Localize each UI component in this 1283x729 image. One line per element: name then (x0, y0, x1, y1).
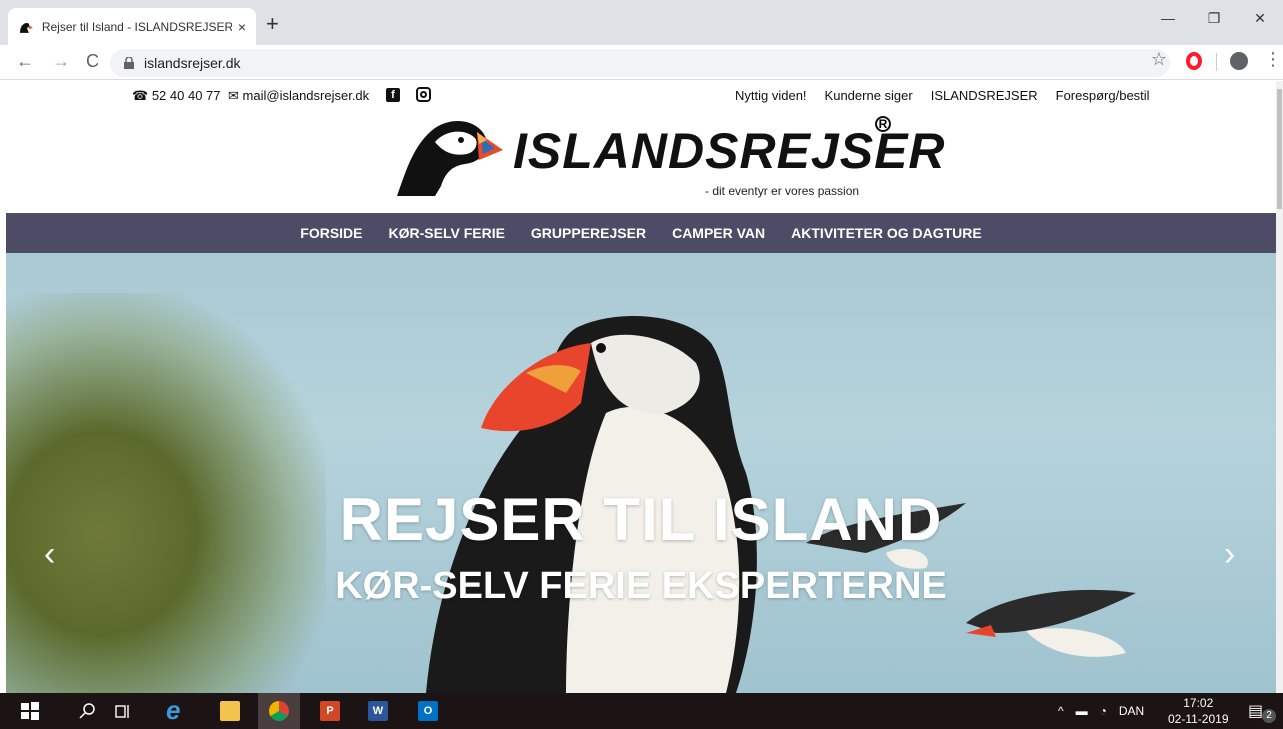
phone-link[interactable]: ☎ 52 40 40 77 (132, 88, 221, 104)
registered-mark: R (875, 116, 891, 132)
browser-menu-icon[interactable]: ⋮ (1264, 49, 1282, 70)
task-view-icon[interactable] (113, 701, 133, 721)
address-bar[interactable]: islandsrejser.dk (110, 49, 1170, 77)
new-tab-button[interactable]: + (266, 13, 279, 35)
puffin-photo (426, 316, 1136, 693)
battery-icon[interactable]: ▬ (1076, 704, 1088, 718)
puffin-favicon-icon (19, 22, 33, 33)
nav-aktiviteter-og-dagture[interactable]: AKTIVITETER OG DAGTURE (791, 225, 982, 241)
hero-slider: REJSER TIL ISLAND KØR-SELV FERIE EKSPERT… (6, 253, 1276, 693)
lock-icon (124, 57, 134, 69)
slider-prev-icon[interactable]: ‹ (44, 535, 55, 574)
browser-tab[interactable]: Rejser til Island - ISLANDSREJSER × (8, 8, 256, 45)
email-link[interactable]: ✉ mail@islandsrejser.dk (228, 88, 369, 104)
url-text: islandsrejser.dk (144, 55, 241, 71)
web-page: ☎ 52 40 40 77 ✉ mail@islandsrejser.dk f … (0, 81, 1283, 693)
tray-expand-icon[interactable]: ^ (1058, 704, 1064, 718)
tab-close-icon[interactable]: × (238, 19, 246, 35)
phone-icon: ☎ (132, 88, 149, 103)
phone-number: 52 40 40 77 (151, 88, 221, 103)
page-scrollbar[interactable] (1276, 81, 1283, 693)
wifi-icon[interactable]: ◔ (1100, 704, 1107, 718)
outlook-icon[interactable]: O (418, 701, 438, 721)
file-explorer-icon[interactable] (220, 701, 240, 721)
slogan: - dit eventyr er vores passion (705, 184, 860, 198)
link-islandsrejser[interactable]: ISLANDSREJSER (931, 88, 1038, 103)
back-icon[interactable]: ← (16, 51, 34, 72)
notification-count-badge: 2 (1262, 709, 1276, 723)
windows-start-icon[interactable] (20, 701, 40, 721)
nav-forside[interactable]: FORSIDE (300, 225, 362, 241)
chrome-icon[interactable] (269, 701, 289, 721)
reload-icon[interactable]: C (86, 51, 99, 72)
opera-extension-icon[interactable] (1186, 52, 1202, 70)
hero-subtitle: KØR-SELV FERIE EKSPERTERNE (335, 565, 947, 607)
close-window-icon[interactable]: ✕ (1237, 0, 1283, 36)
hero-title: REJSER TIL ISLAND (339, 486, 943, 553)
forward-icon[interactable]: → (52, 51, 70, 72)
powerpoint-icon[interactable]: P (320, 701, 340, 721)
scrollbar-thumb[interactable] (1277, 89, 1282, 209)
link-kunderne-siger[interactable]: Kunderne siger (825, 88, 913, 103)
window-controls: — ❐ ✕ (1145, 0, 1283, 36)
top-links: Nyttig viden! Kunderne siger ISLANDSREJS… (735, 88, 1150, 103)
puffin-logo-icon (397, 121, 503, 196)
language-indicator[interactable]: DAN (1119, 704, 1144, 718)
contact-topbar: ☎ 52 40 40 77 ✉ mail@islandsrejser.dk f … (0, 81, 1283, 111)
browser-toolbar: ← → C islandsrejser.dk ☆ (0, 45, 1283, 80)
nav-grupperejser[interactable]: GRUPPEREJSER (531, 225, 646, 241)
instagram-icon[interactable] (416, 87, 431, 102)
tab-title: Rejser til Island - ISLANDSREJSER (41, 19, 232, 34)
mail-icon: ✉ (228, 88, 239, 103)
slider-next-icon[interactable]: › (1224, 535, 1235, 574)
minimize-icon[interactable]: — (1145, 0, 1191, 36)
site-logo[interactable]: ISLANDSREJSER R - dit eventyr er vores p… (395, 114, 945, 204)
nav-camper-van[interactable]: CAMPER VAN (672, 225, 765, 241)
nav-kor-selv-ferie[interactable]: KØR-SELV FERIE (389, 225, 505, 241)
search-icon[interactable] (78, 701, 98, 721)
link-nyttig-viden[interactable]: Nyttig viden! (735, 88, 807, 103)
clock-time: 17:02 (1183, 696, 1214, 710)
clock[interactable]: 17:02 02-11-2019 (1168, 695, 1229, 727)
main-navigation: FORSIDE KØR-SELV FERIE GRUPPEREJSER CAMP… (6, 213, 1276, 253)
browser-tabbar: Rejser til Island - ISLANDSREJSER × + — … (0, 0, 1283, 45)
toolbar-divider (1216, 53, 1217, 71)
email-address: mail@islandsrejser.dk (242, 88, 370, 103)
profile-icon[interactable] (1230, 52, 1248, 70)
clock-date: 02-11-2019 (1168, 712, 1229, 726)
word-icon[interactable]: W (368, 701, 388, 721)
internet-explorer-icon[interactable]: e (166, 695, 186, 725)
link-foresporg-bestil[interactable]: Forespørg/bestil (1056, 88, 1150, 103)
restore-icon[interactable]: ❐ (1191, 0, 1237, 36)
facebook-icon[interactable]: f (386, 88, 400, 102)
system-tray: ^ ▬ ◔ DAN (1058, 693, 1144, 729)
windows-taskbar: e P W O ^ ▬ ◔ DAN 17:02 02-11-2019 ▤ 2 (0, 693, 1283, 729)
bookmark-star-icon[interactable]: ☆ (1151, 49, 1167, 70)
